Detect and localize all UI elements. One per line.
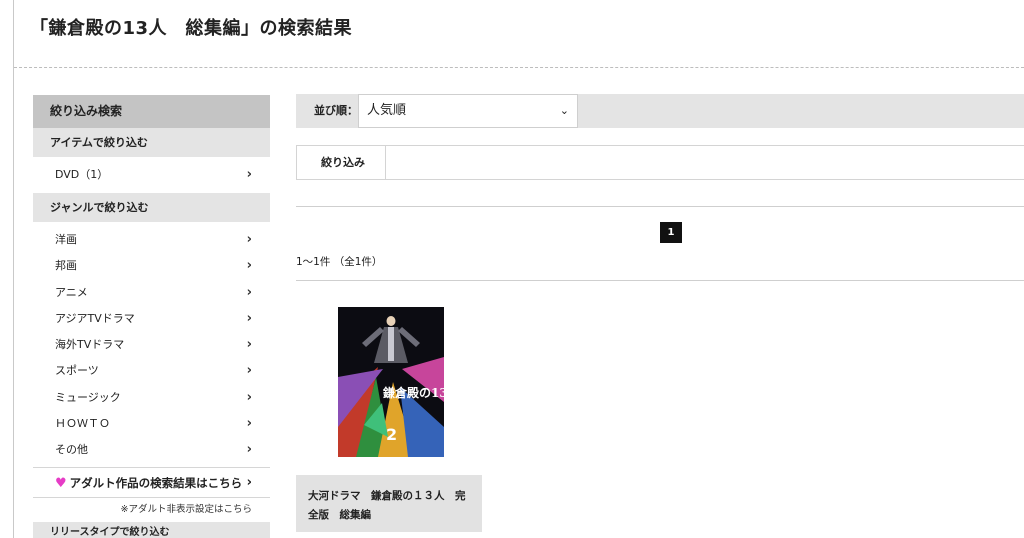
- filter-sidebar: 絞り込み検索 アイテムで絞り込む DVD（1） › ジャンルで絞り込む 洋画 › …: [33, 95, 270, 538]
- sidebar-item-genre[interactable]: アジアTVドラマ ›: [33, 306, 270, 332]
- release-type-filter-heading: リリースタイプで絞り込む: [33, 521, 270, 538]
- sidebar-item-label: 海外TVドラマ: [55, 338, 125, 352]
- chevron-right-icon: ›: [246, 258, 252, 274]
- page-frame: 「鎌倉殿の13人 総集編」の検索結果 絞り込み検索 アイテムで絞り込む DVD（…: [13, 0, 1024, 538]
- adult-results-link[interactable]: ♥ アダルト作品の検索結果はこちら ›: [33, 466, 270, 498]
- chevron-right-icon: ›: [246, 474, 252, 490]
- sort-bar: 並び順： 人気順 ⌄: [296, 94, 1024, 128]
- product-title-link[interactable]: 大河ドラマ 鎌倉殿の１３人 完 全版 総集編: [296, 475, 482, 532]
- product-title-line: 全版 総集編: [308, 509, 371, 521]
- page-title: 「鎌倉殿の13人 総集編」の検索結果: [30, 18, 353, 39]
- sidebar-item-genre[interactable]: 海外TVドラマ ›: [33, 332, 270, 358]
- sidebar-item-label: ＨＯＷＴＯ: [55, 417, 110, 431]
- chevron-right-icon: ›: [246, 232, 252, 247]
- sidebar-item-label: 邦画: [55, 259, 77, 273]
- chevron-right-icon: ›: [246, 416, 252, 432]
- sort-selected-value: 人気順: [367, 103, 407, 118]
- sidebar-item-label: アジアTVドラマ: [55, 311, 135, 325]
- filter-bar: 絞り込み: [296, 145, 1024, 180]
- sidebar-item-genre[interactable]: ミュージック ›: [33, 385, 270, 411]
- chevron-right-icon: ›: [246, 310, 252, 326]
- sidebar-item-genre[interactable]: その他 ›: [33, 437, 270, 463]
- chevron-down-icon: ⌄: [559, 104, 569, 117]
- chevron-right-icon: ›: [246, 337, 252, 353]
- chevron-right-icon: ›: [246, 363, 252, 379]
- sidebar-item-genre[interactable]: ＨＯＷＴＯ ›: [33, 411, 270, 437]
- header-divider: [14, 67, 1024, 68]
- dvd-cover-art: 鎌倉殿の13人 2: [338, 307, 444, 457]
- chevron-right-icon: ›: [246, 442, 252, 458]
- filter-button[interactable]: 絞り込み: [297, 146, 386, 179]
- sidebar-item-genre[interactable]: 洋画 ›: [33, 227, 270, 253]
- sidebar-item-genre[interactable]: 邦画 ›: [33, 253, 270, 279]
- cover-title-text: 鎌倉殿の13人: [382, 385, 444, 400]
- result-count: 1〜1件 （全1件）: [296, 256, 383, 268]
- sidebar-item-genre[interactable]: アニメ ›: [33, 280, 270, 306]
- sort-select[interactable]: 人気順 ⌄: [358, 94, 578, 128]
- chevron-right-icon: ›: [246, 284, 252, 300]
- adult-setting-link[interactable]: ※アダルト非表示設定はこちら: [33, 498, 270, 522]
- results-divider-bottom: [296, 280, 1024, 281]
- sidebar-item-dvd[interactable]: DVD（1） ›: [33, 157, 270, 193]
- pager-page-current[interactable]: 1: [660, 222, 682, 243]
- product-title-line: 大河ドラマ 鎌倉殿の１３人 完: [308, 490, 466, 502]
- sort-label: 並び順：: [314, 104, 358, 117]
- sidebar-title: 絞り込み検索: [33, 95, 270, 128]
- chevron-right-icon: ›: [246, 167, 252, 182]
- sidebar-item-genre[interactable]: スポーツ ›: [33, 358, 270, 384]
- results-divider-top: [296, 206, 1024, 207]
- adult-link-label: アダルト作品の検索結果はこちら: [69, 475, 243, 490]
- sidebar-item-label: 洋画: [55, 233, 77, 246]
- genre-filter-heading: ジャンルで絞り込む: [33, 193, 270, 222]
- sidebar-item-label: スポーツ: [55, 364, 99, 378]
- cover-volume-text: 2: [386, 425, 397, 444]
- heart-icon: ♥: [55, 475, 67, 491]
- sidebar-item-label: ミュージック: [55, 390, 121, 404]
- product-cover-image[interactable]: 鎌倉殿の13人 2: [338, 307, 444, 457]
- sidebar-item-label: その他: [55, 443, 88, 457]
- item-filter-heading: アイテムで絞り込む: [33, 128, 270, 157]
- sidebar-item-label: アニメ: [55, 285, 88, 299]
- chevron-right-icon: ›: [246, 389, 252, 405]
- sidebar-item-label: DVD（1）: [55, 168, 109, 181]
- search-results-main: 並び順： 人気順 ⌄ 絞り込み 1 1〜1件 （全1件） 鎌倉殿の1 2 大河ド…: [296, 94, 1024, 532]
